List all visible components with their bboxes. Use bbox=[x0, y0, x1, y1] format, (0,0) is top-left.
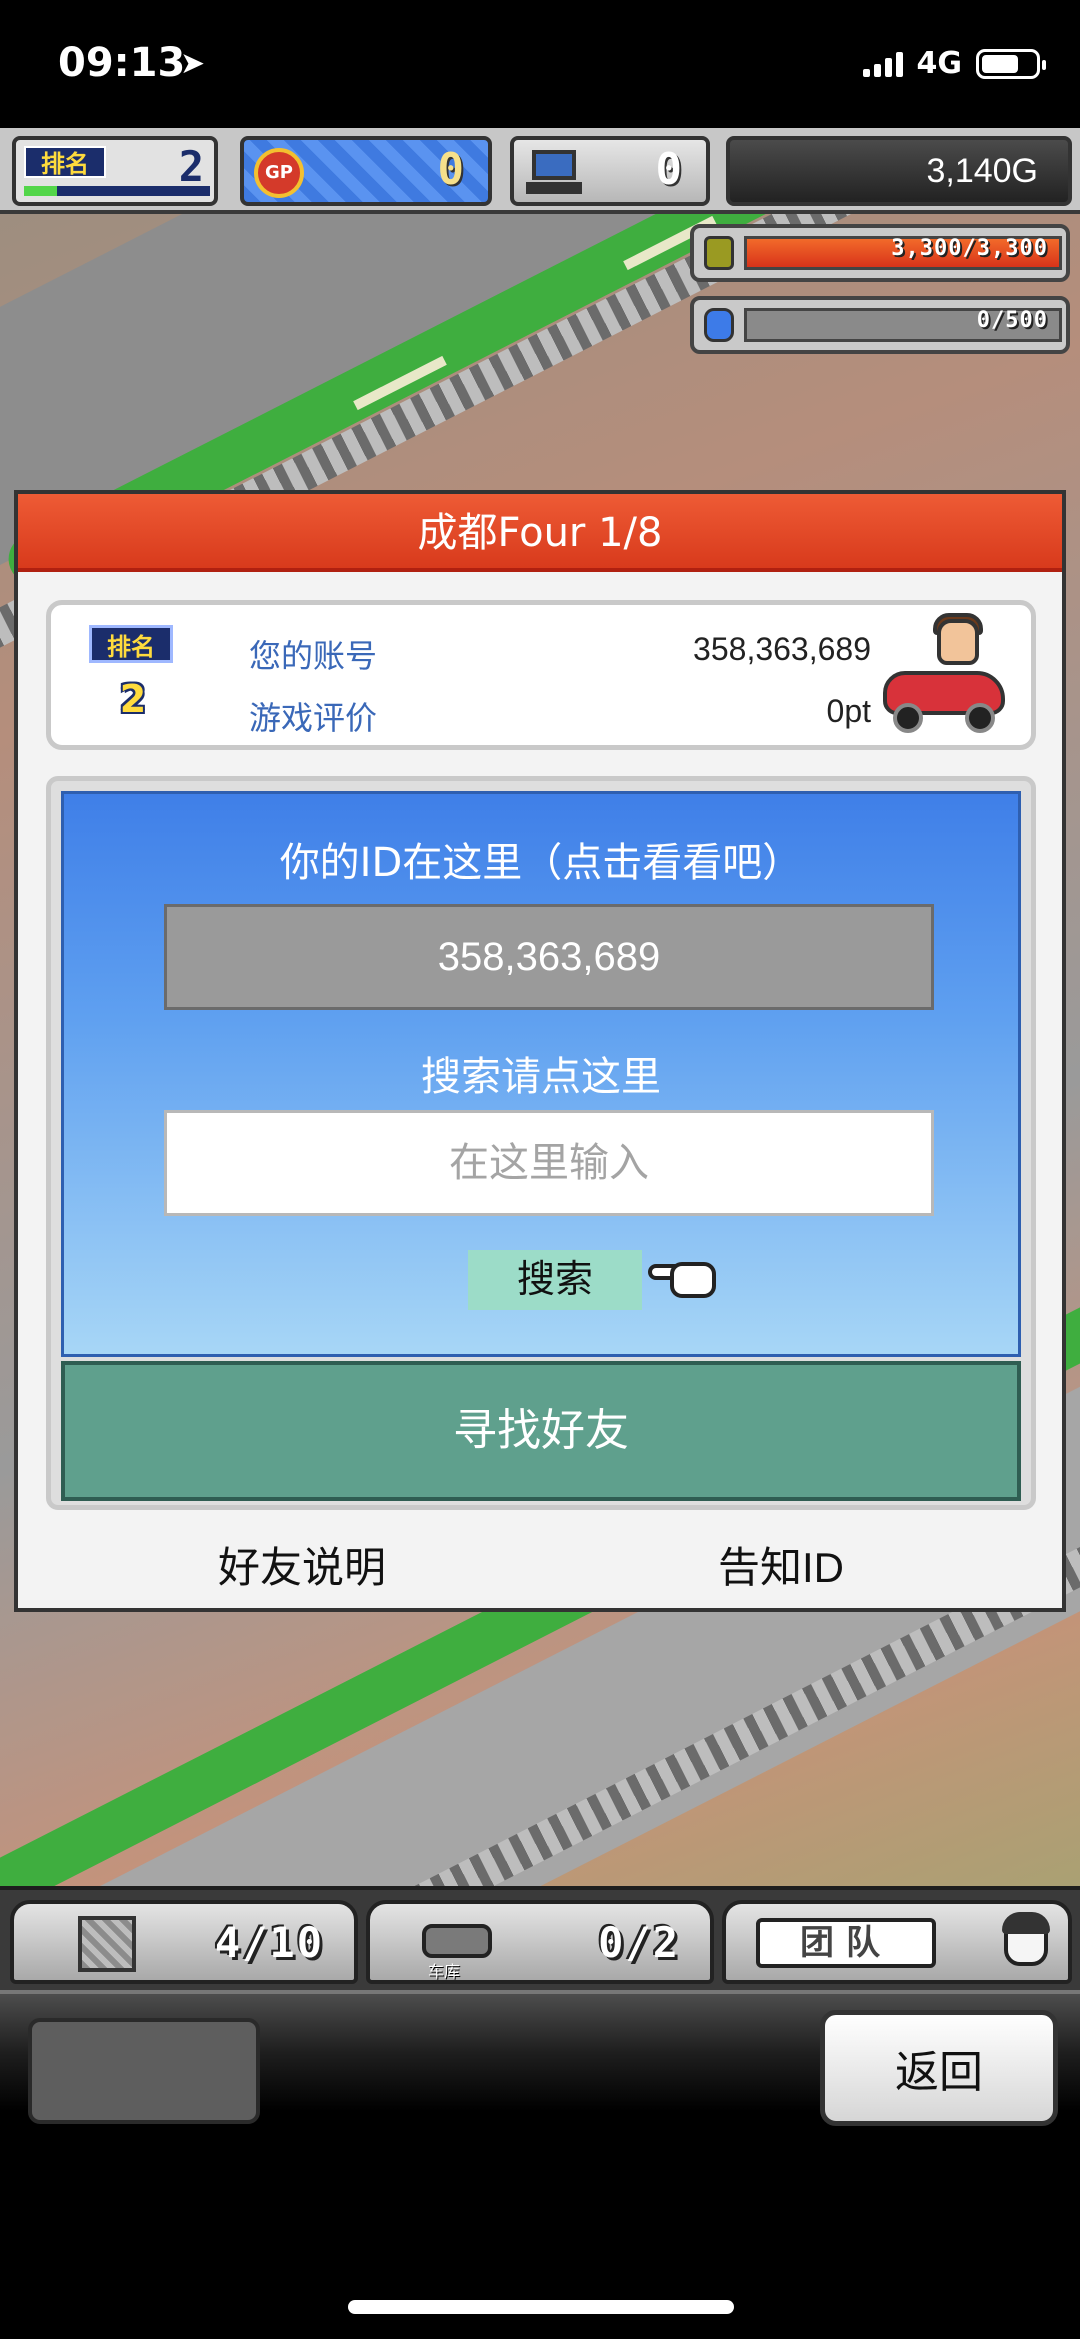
rank-badge: 排名 bbox=[24, 146, 106, 178]
dialog-title: 成都Four 1/8 bbox=[18, 494, 1062, 572]
account-value: 358,363,689 bbox=[693, 631, 871, 667]
search-button[interactable]: 搜索 bbox=[468, 1250, 642, 1310]
gp-value: 0 bbox=[437, 144, 465, 195]
search-panel: 你的ID在这里（点击看看吧） 358,363,689 搜索请点这里 搜索 bbox=[61, 791, 1021, 1357]
search-card: 你的ID在这里（点击看看吧） 358,363,689 搜索请点这里 搜索 寻找好… bbox=[46, 776, 1036, 1510]
pc-value: 0 bbox=[655, 144, 683, 195]
status-time: 09:13 bbox=[58, 40, 186, 86]
gp-coin-icon: GP bbox=[254, 148, 304, 198]
network-type: 4G bbox=[916, 46, 963, 81]
team-label: 团队 bbox=[756, 1918, 936, 1968]
home-indicator[interactable] bbox=[348, 2300, 734, 2314]
location-arrow-icon: ➤ bbox=[180, 46, 206, 81]
search-title: 搜索请点这里 bbox=[421, 1054, 661, 1100]
team-panel[interactable]: 团队 bbox=[722, 1900, 1072, 1984]
profile-card: 排名 2 您的账号 358,363,689 游戏评价 0pt bbox=[46, 600, 1036, 750]
rating-value: 0pt bbox=[826, 693, 871, 729]
money-value: 3,140G bbox=[926, 152, 1038, 190]
account-label: 您的账号 bbox=[249, 637, 378, 675]
garage-icon: 车库 bbox=[414, 1912, 498, 1981]
fuel-text: 3,300/3,300 bbox=[891, 236, 1048, 261]
search-input[interactable] bbox=[164, 1110, 934, 1216]
gp-panel[interactable]: GP 0 bbox=[240, 136, 492, 206]
find-friends-button[interactable]: 寻找好友 bbox=[61, 1361, 1021, 1501]
parts-text: 0/500 bbox=[976, 308, 1048, 333]
pc-panel[interactable]: 0 bbox=[510, 136, 710, 206]
bottle-icon bbox=[704, 308, 734, 342]
tell-id-link[interactable]: 告知ID bbox=[718, 1534, 844, 1595]
fuel-can-icon bbox=[704, 236, 734, 270]
profile-rank-value: 2 bbox=[119, 677, 147, 721]
status-bar: 09:13 ➤ 4G bbox=[0, 0, 1080, 128]
bottom-hud: 4/10 车库 0/2 团队 bbox=[0, 1886, 1080, 1990]
rank-panel[interactable]: 排名 2 bbox=[12, 136, 218, 206]
battery-icon bbox=[976, 48, 1046, 79]
garage-panel[interactable]: 车库 0/2 bbox=[366, 1900, 714, 1984]
status-right: 4G bbox=[862, 46, 1046, 81]
team-member-icon bbox=[1000, 1912, 1052, 1974]
your-id-title: 你的ID在这里（点击看看吧） bbox=[279, 840, 803, 886]
friend-dialog: 成都Four 1/8 排名 2 您的账号 358,363,689 游戏评价 0p… bbox=[14, 490, 1066, 1612]
crate-icon bbox=[78, 1916, 136, 1972]
player-car-avatar-icon bbox=[879, 613, 1009, 739]
parts-gauge: 0/500 bbox=[690, 296, 1070, 354]
top-hud: 排名 2 GP 0 0 3,140G bbox=[0, 128, 1080, 214]
your-id-box[interactable]: 358,363,689 bbox=[164, 904, 934, 1010]
friend-help-link[interactable]: 好友说明 bbox=[218, 1534, 386, 1595]
garage-value: 0/2 bbox=[598, 1918, 680, 1967]
bottom-nav: 返回 bbox=[0, 1990, 1080, 2190]
pointing-hand-icon bbox=[648, 1248, 726, 1304]
signal-icon bbox=[862, 51, 903, 77]
back-button[interactable]: 返回 bbox=[820, 2010, 1058, 2126]
garage-label: 车库 bbox=[428, 1962, 461, 1981]
rank-value: 2 bbox=[178, 142, 204, 191]
rank-progress bbox=[24, 186, 210, 196]
profile-rank-badge: 排名 bbox=[89, 625, 173, 663]
computer-icon bbox=[526, 150, 582, 196]
bottom-safe-area bbox=[0, 2190, 1080, 2339]
rating-label: 游戏评价 bbox=[249, 699, 378, 737]
menu-slot[interactable] bbox=[28, 2018, 260, 2124]
storage-panel[interactable]: 4/10 bbox=[10, 1900, 358, 1984]
money-panel: 3,140G bbox=[726, 136, 1072, 206]
storage-value: 4/10 bbox=[214, 1918, 324, 1967]
fuel-gauge: 3,300/3,300 bbox=[690, 224, 1070, 282]
